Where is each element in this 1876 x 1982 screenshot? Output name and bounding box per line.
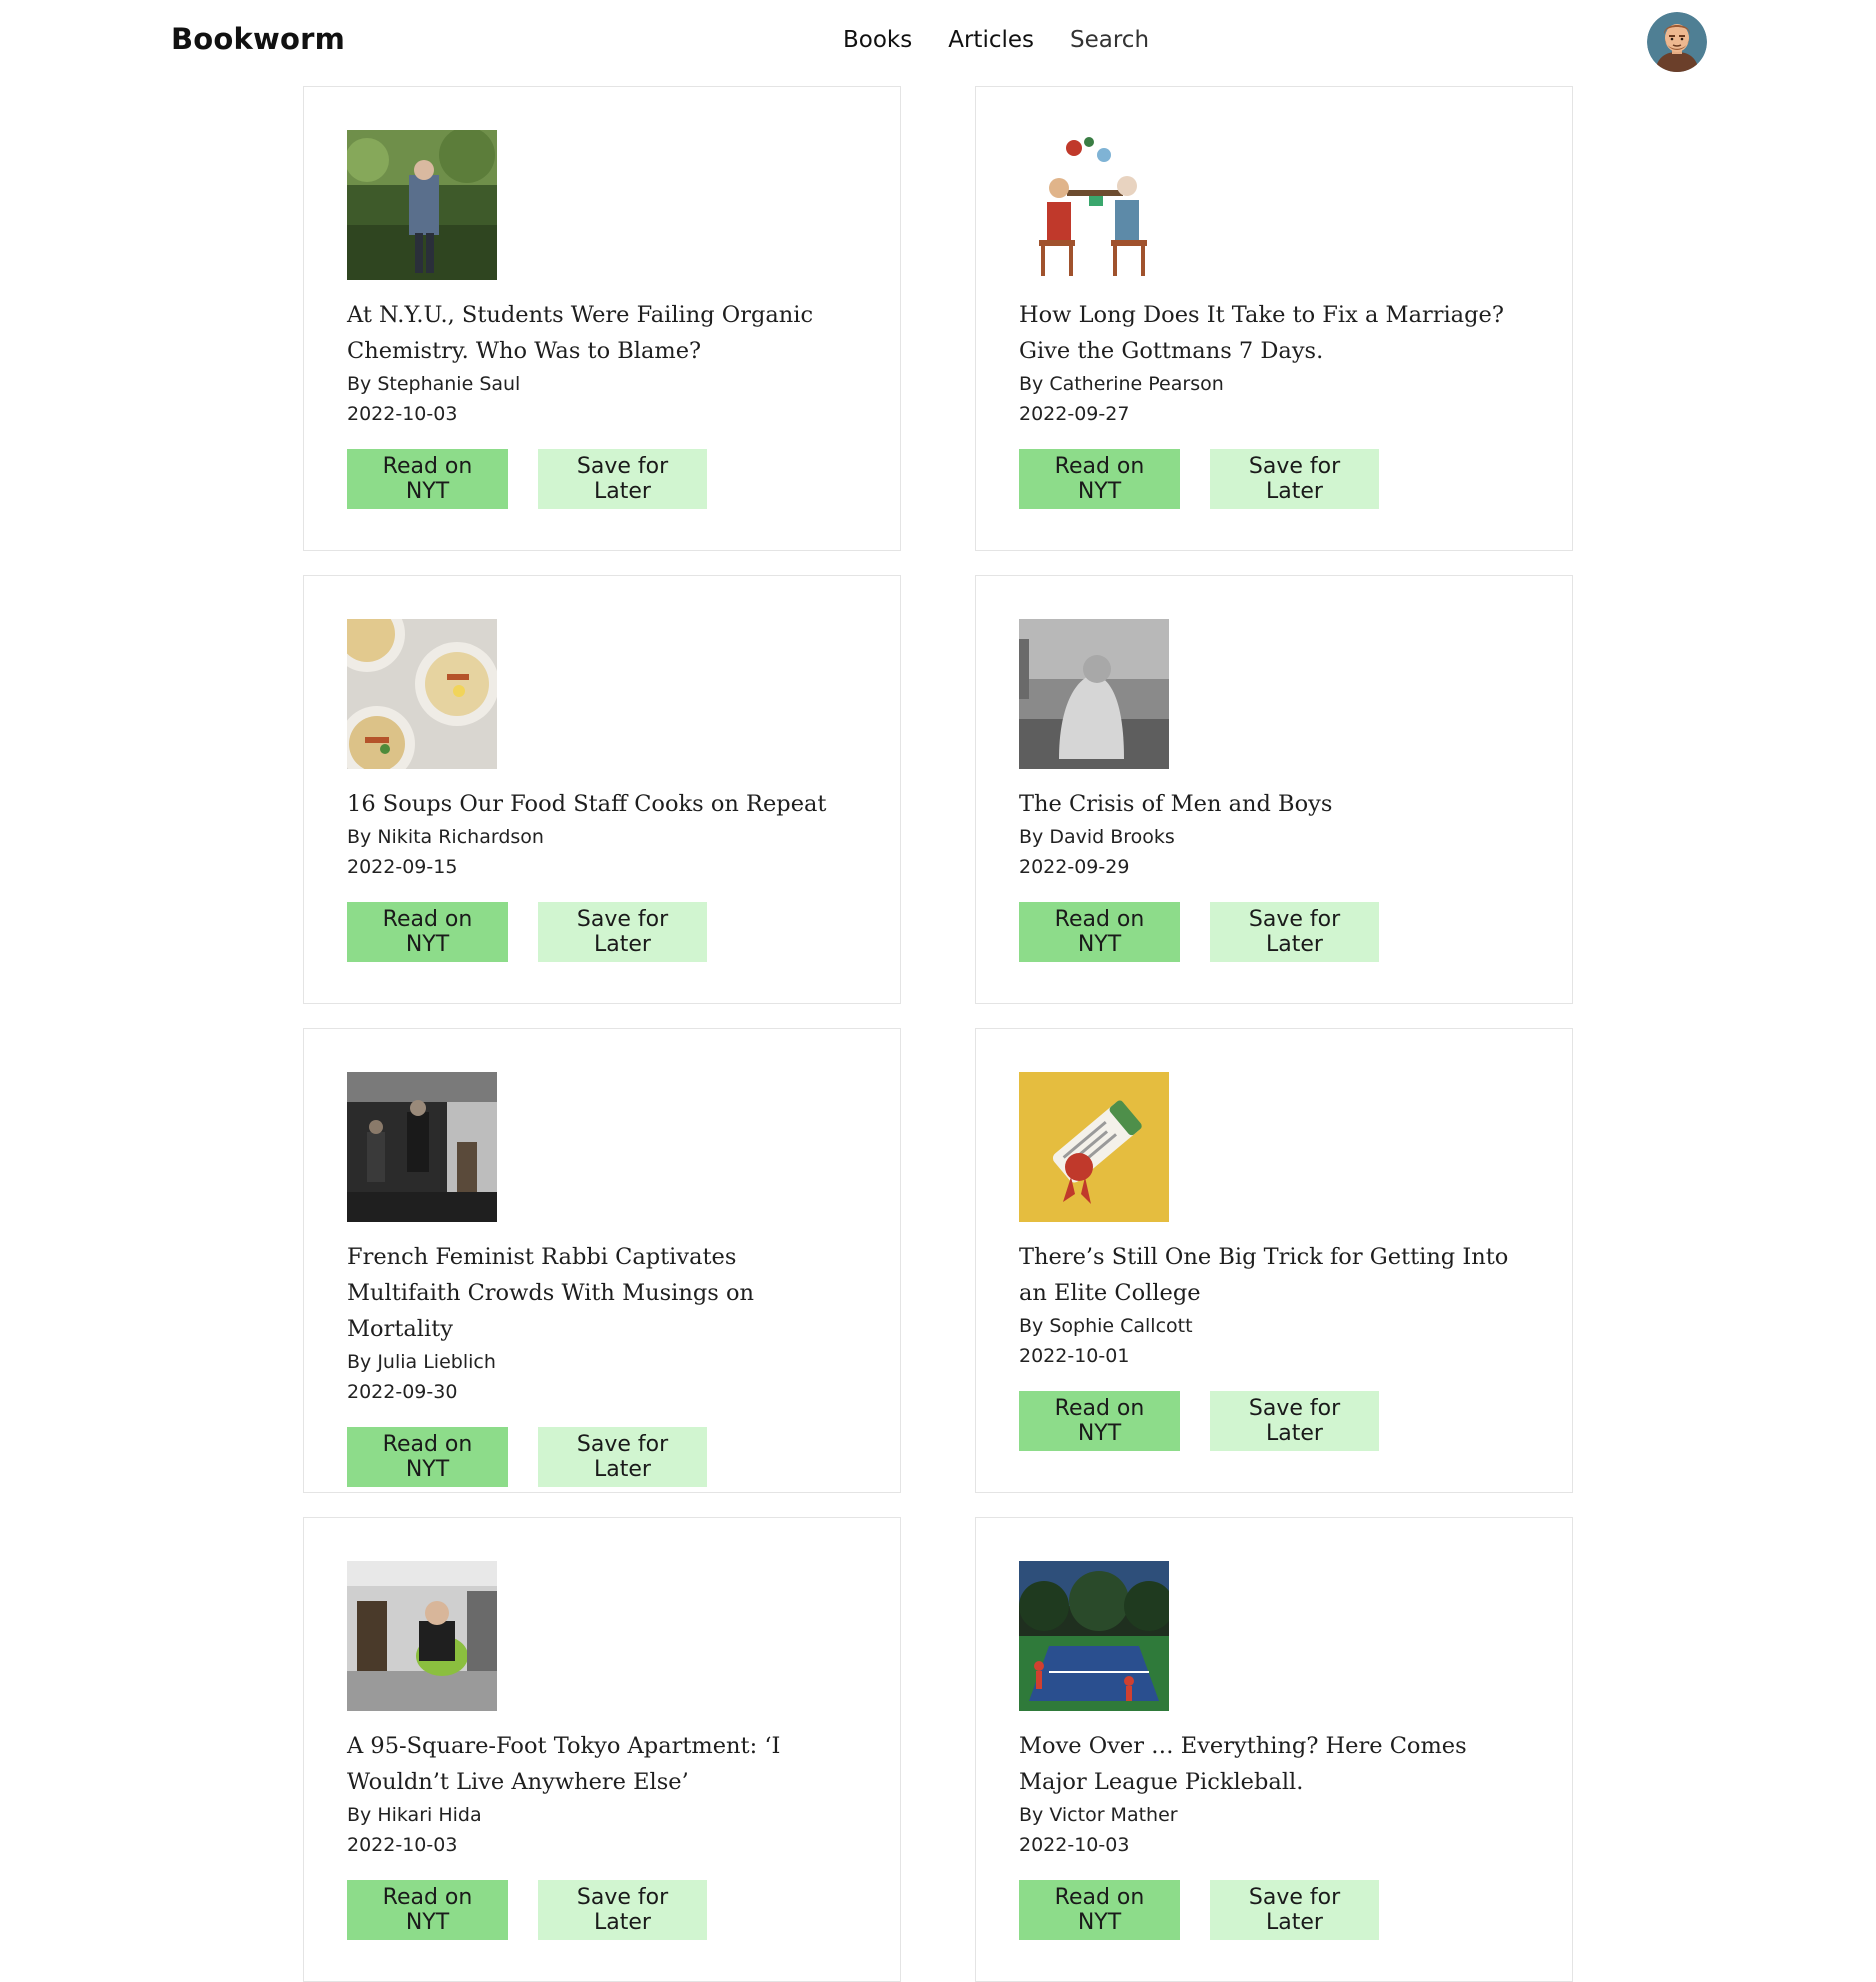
read-on-nyt-button[interactable]: Read on NYT — [1019, 1880, 1180, 1940]
article-title[interactable]: The Crisis of Men and Boys — [1019, 786, 1519, 822]
article-author: By Hikari Hida — [347, 1804, 482, 1826]
brand-logo[interactable]: Bookworm — [171, 22, 345, 56]
article-thumbnail[interactable] — [1019, 1072, 1169, 1222]
save-for-later-button[interactable]: Save for Later — [538, 1427, 707, 1487]
article-title[interactable]: There’s Still One Big Trick for Getting … — [1019, 1239, 1519, 1311]
top-bar: Bookworm Books Articles Search — [0, 0, 1876, 86]
article-text: There’s Still One Big Trick for Getting … — [1019, 1239, 1519, 1451]
article-thumbnail[interactable] — [347, 130, 497, 280]
article-text: At N.Y.U., Students Were Failing Organic… — [347, 297, 847, 509]
article-thumbnail[interactable] — [347, 1072, 497, 1222]
user-avatar-icon — [1647, 12, 1707, 72]
article-author: By Nikita Richardson — [347, 826, 544, 848]
save-for-later-button[interactable]: Save for Later — [1210, 1391, 1379, 1451]
article-date: 2022-09-15 — [347, 856, 458, 878]
read-on-nyt-button[interactable]: Read on NYT — [347, 1427, 508, 1487]
nav-books[interactable]: Books — [843, 27, 912, 53]
article-text: The Crisis of Men and Boys By David Broo… — [1019, 786, 1519, 962]
article-card: A 95-Square-Foot Tokyo Apartment: ‘I Wou… — [303, 1517, 901, 1982]
read-on-nyt-button[interactable]: Read on NYT — [1019, 449, 1180, 509]
save-for-later-button[interactable]: Save for Later — [1210, 1880, 1379, 1940]
article-thumbnail[interactable] — [1019, 619, 1169, 769]
user-avatar[interactable] — [1647, 12, 1707, 72]
nav-articles[interactable]: Articles — [948, 27, 1034, 53]
article-thumbnail[interactable] — [347, 1561, 497, 1711]
article-card: At N.Y.U., Students Were Failing Organic… — [303, 86, 901, 551]
article-title[interactable]: Move Over … Everything? Here Comes Major… — [1019, 1728, 1519, 1800]
article-text: A 95-Square-Foot Tokyo Apartment: ‘I Wou… — [347, 1728, 847, 1940]
article-title[interactable]: How Long Does It Take to Fix a Marriage?… — [1019, 297, 1519, 369]
article-card: The Crisis of Men and Boys By David Broo… — [975, 575, 1573, 1004]
article-thumbnail[interactable] — [347, 619, 497, 769]
article-date: 2022-09-30 — [347, 1381, 458, 1403]
article-card: 16 Soups Our Food Staff Cooks on Repeat … — [303, 575, 901, 1004]
save-for-later-button[interactable]: Save for Later — [538, 902, 707, 962]
article-thumbnail[interactable] — [1019, 130, 1169, 280]
article-author: By David Brooks — [1019, 826, 1175, 848]
article-card: Move Over … Everything? Here Comes Major… — [975, 1517, 1573, 1982]
article-text: French Feminist Rabbi Captivates Multifa… — [347, 1239, 847, 1487]
article-author: By Victor Mather — [1019, 1804, 1178, 1826]
article-date: 2022-10-03 — [347, 403, 458, 425]
article-author: By Stephanie Saul — [347, 373, 521, 395]
article-date: 2022-09-27 — [1019, 403, 1130, 425]
article-date: 2022-10-03 — [1019, 1834, 1130, 1856]
save-for-later-button[interactable]: Save for Later — [1210, 449, 1379, 509]
main-nav: Books Articles Search — [843, 27, 1149, 53]
article-title[interactable]: French Feminist Rabbi Captivates Multifa… — [347, 1239, 847, 1347]
save-for-later-button[interactable]: Save for Later — [538, 1880, 707, 1940]
article-author: By Julia Lieblich — [347, 1351, 496, 1373]
read-on-nyt-button[interactable]: Read on NYT — [347, 1880, 508, 1940]
article-card: How Long Does It Take to Fix a Marriage?… — [975, 86, 1573, 551]
read-on-nyt-button[interactable]: Read on NYT — [1019, 902, 1180, 962]
article-title[interactable]: At N.Y.U., Students Were Failing Organic… — [347, 297, 847, 369]
article-card: French Feminist Rabbi Captivates Multifa… — [303, 1028, 901, 1493]
article-text: 16 Soups Our Food Staff Cooks on Repeat … — [347, 786, 847, 962]
article-text: How Long Does It Take to Fix a Marriage?… — [1019, 297, 1519, 509]
save-for-later-button[interactable]: Save for Later — [1210, 902, 1379, 962]
article-thumbnail[interactable] — [1019, 1561, 1169, 1711]
article-card: There’s Still One Big Trick for Getting … — [975, 1028, 1573, 1493]
article-author: By Sophie Callcott — [1019, 1315, 1193, 1337]
read-on-nyt-button[interactable]: Read on NYT — [1019, 1391, 1180, 1451]
save-for-later-button[interactable]: Save for Later — [538, 449, 707, 509]
article-text: Move Over … Everything? Here Comes Major… — [1019, 1728, 1519, 1940]
read-on-nyt-button[interactable]: Read on NYT — [347, 449, 508, 509]
article-title[interactable]: 16 Soups Our Food Staff Cooks on Repeat — [347, 786, 847, 822]
read-on-nyt-button[interactable]: Read on NYT — [347, 902, 508, 962]
article-author: By Catherine Pearson — [1019, 373, 1224, 395]
article-date: 2022-10-03 — [347, 1834, 458, 1856]
article-title[interactable]: A 95-Square-Foot Tokyo Apartment: ‘I Wou… — [347, 1728, 847, 1800]
nav-search[interactable]: Search — [1070, 27, 1149, 53]
article-date: 2022-10-01 — [1019, 1345, 1130, 1367]
article-date: 2022-09-29 — [1019, 856, 1130, 878]
